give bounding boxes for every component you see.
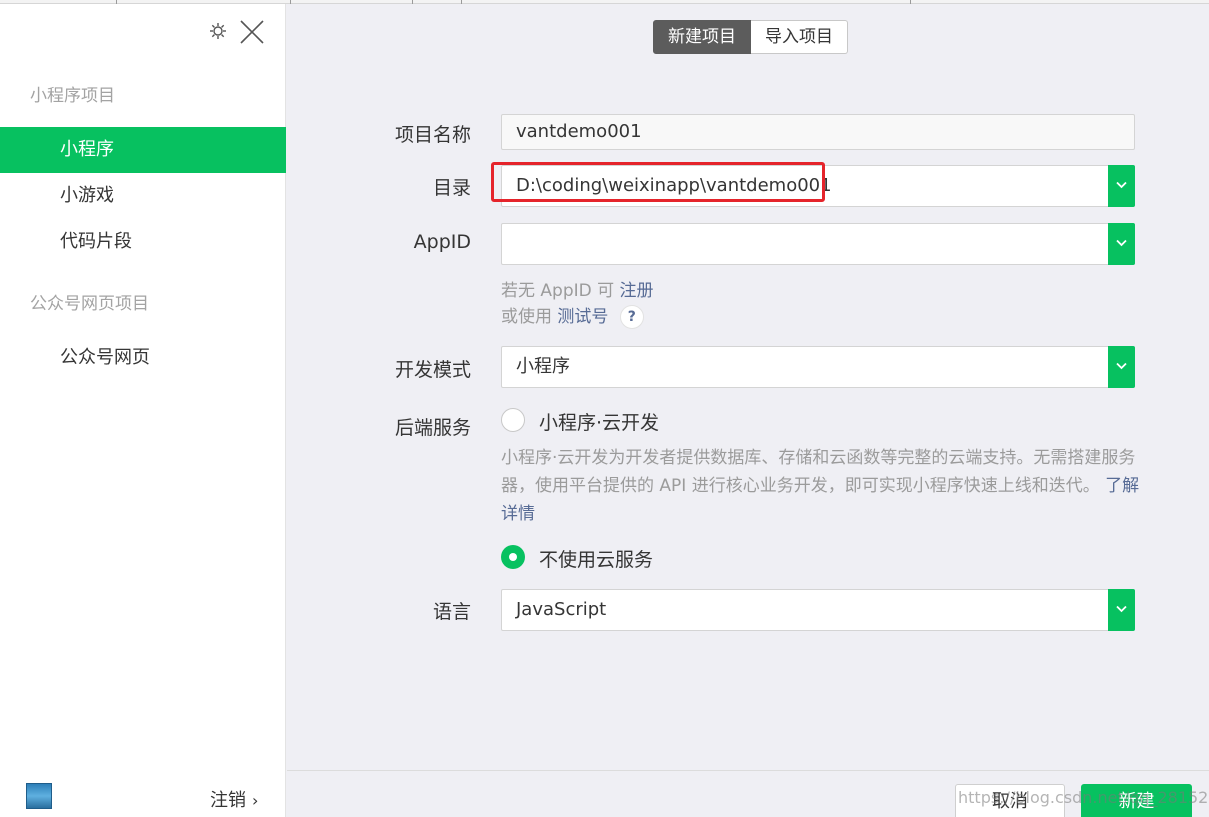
register-link[interactable]: 注册: [620, 281, 654, 301]
sidebar-item-minigame[interactable]: 小游戏: [0, 173, 286, 219]
close-icon[interactable]: [238, 18, 266, 46]
dev-mode-dropdown-button[interactable]: [1108, 346, 1135, 388]
language-label: 语言: [432, 601, 471, 623]
chevron-down-icon: [1116, 239, 1127, 247]
cancel-button[interactable]: 取消: [955, 784, 1065, 817]
appid-label: AppID: [413, 231, 471, 253]
cloud-dev-description: 小程序·云开发为开发者提供数据库、存储和云函数等完整的云端支持。无需搭建服务器，…: [501, 444, 1141, 528]
directory-dropdown-button[interactable]: [1108, 165, 1135, 207]
appid-hint2-text: 或使用: [501, 307, 552, 327]
cloud-dev-description-text: 小程序·云开发为开发者提供数据库、存储和云函数等完整的云端支持。无需搭建服务器，…: [501, 448, 1136, 496]
dev-mode-value: 小程序: [516, 356, 570, 377]
language-dropdown-button[interactable]: [1108, 589, 1135, 631]
tab-new-project[interactable]: 新建项目: [653, 20, 751, 54]
sidebar: 小程序项目 小程序 小游戏 代码片段 公众号网页项目 公众号网页 注销 ›: [0, 4, 286, 817]
tab-import-project[interactable]: 导入项目: [751, 20, 848, 54]
dev-mode-label: 开发模式: [394, 359, 471, 381]
section-title-miniprogram: 小程序项目: [30, 86, 115, 106]
radio-no-cloud-label[interactable]: 不使用云服务: [539, 545, 653, 572]
radio-no-cloud[interactable]: [501, 545, 525, 569]
gear-icon[interactable]: [209, 22, 227, 40]
chevron-down-icon: [1116, 181, 1127, 189]
appid-dropdown-button[interactable]: [1108, 223, 1135, 265]
test-account-link[interactable]: 测试号: [557, 307, 608, 327]
sidebar-item-miniprogram[interactable]: 小程序: [0, 127, 286, 173]
language-select[interactable]: JavaScript: [501, 589, 1135, 631]
project-name-input[interactable]: vantdemo001: [501, 114, 1135, 150]
backend-label: 后端服务: [394, 417, 471, 439]
logout-button[interactable]: 注销 ›: [210, 786, 258, 812]
create-button[interactable]: 新建: [1081, 784, 1192, 817]
chevron-down-icon: [1116, 362, 1127, 370]
sidebar-item-official-web[interactable]: 公众号网页: [0, 335, 286, 381]
radio-cloud-dev[interactable]: [501, 408, 525, 432]
appid-hint-register: 若无 AppID 可 注册: [501, 276, 654, 301]
project-name-label: 项目名称: [394, 124, 471, 146]
appid-hint-text: 若无 AppID 可: [501, 281, 615, 301]
section-title-official-account: 公众号网页项目: [30, 294, 149, 314]
annotation-highlight-box: [491, 162, 825, 202]
help-icon[interactable]: ?: [619, 305, 644, 329]
avatar: [26, 783, 52, 809]
chevron-right-icon: ›: [252, 791, 259, 810]
project-tabs: 新建项目 导入项目: [653, 20, 848, 54]
dev-mode-select[interactable]: 小程序: [501, 346, 1135, 388]
bottom-action-bar: [287, 770, 1209, 817]
appid-select[interactable]: [501, 223, 1135, 265]
chevron-down-icon: [1116, 605, 1127, 613]
sidebar-item-code-snippet[interactable]: 代码片段: [0, 219, 286, 265]
appid-hint-test: 或使用 测试号 ?: [501, 302, 644, 329]
language-value: JavaScript: [516, 599, 607, 620]
radio-cloud-dev-label[interactable]: 小程序·云开发: [539, 408, 659, 435]
logout-label: 注销: [210, 790, 246, 811]
directory-label: 目录: [432, 177, 471, 199]
